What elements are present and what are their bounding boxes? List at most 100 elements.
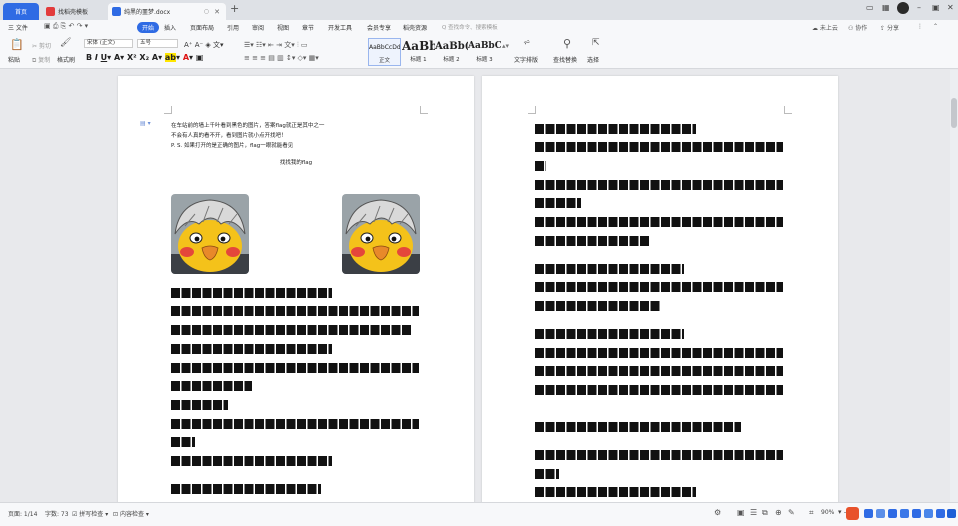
font-name-select[interactable]: 宋体 (正文) (84, 39, 133, 48)
page-view-icon[interactable]: ▣ (737, 508, 745, 517)
censored-text-line (171, 484, 321, 494)
tray-grid-icon[interactable] (936, 509, 945, 518)
tab-bar: 首页 找稻壳模板 纯黑的噩梦.docx ○ ✕ + ▭ ▦ – ▣ ✕ (0, 0, 958, 20)
pen-icon[interactable]: ✎ (788, 508, 795, 517)
close-tab-icon[interactable]: ✕ (214, 8, 220, 16)
command-search[interactable]: Q 查找命令、搜索模板 (442, 23, 498, 31)
text-layout-button[interactable]: 文字排版 (514, 55, 538, 64)
ribbon-start: 📋 粘贴 ✂ 剪切 ⧉ 复制 🖌 格式刷 宋体 (正文) 五号 A⁺ A⁻ ◈ … (0, 36, 958, 69)
margin-corner-tl (528, 106, 536, 114)
zoom-level[interactable]: 90% (821, 509, 834, 516)
tray-icon-chinese[interactable] (864, 509, 873, 518)
pin-icon[interactable]: ○ (204, 8, 209, 15)
close-window-icon[interactable]: ✕ (947, 3, 954, 12)
censored-text-line (535, 366, 783, 376)
menu-developer[interactable]: 开发工具 (328, 23, 352, 32)
find-replace-button[interactable]: 查找替换 (553, 55, 577, 64)
menu-references[interactable]: 引用 (227, 23, 239, 32)
document-page-2[interactable] (482, 76, 838, 502)
menu-file[interactable]: 三 文件 (8, 23, 28, 32)
quick-toolbar-icons[interactable]: ▣ ⎙ ⎘ ↶ ↷ ▾ (44, 22, 88, 31)
menu-page-layout[interactable]: 页面布局 (190, 23, 214, 32)
toolbox-icon[interactable] (924, 509, 933, 518)
tray-more-icon[interactable] (947, 509, 956, 518)
more-options-icon[interactable]: ⋮ (917, 23, 923, 30)
word-doc-icon (112, 7, 121, 16)
censored-text-line (171, 325, 412, 335)
fit-page-icon[interactable]: ⌗ (809, 508, 814, 518)
document-workspace[interactable]: ▤ ▾ 在车站前的墙上千叶看到黑色的图片，答案flag就正是其中之一 不会有人真… (0, 70, 958, 502)
layout-icon[interactable]: ▭ (866, 3, 874, 12)
restore-icon[interactable]: ▣ (932, 3, 940, 12)
style-heading-2[interactable]: AaBb( 标题 2 (435, 38, 468, 66)
collaborate-button[interactable]: ⚇ 协作 (848, 23, 867, 32)
menu-member[interactable]: 会员专享 (367, 23, 391, 32)
duck-image-left[interactable] (171, 194, 249, 274)
select-cursor-icon[interactable]: ⇱ (592, 39, 600, 48)
page-indicator[interactable]: 页面: 1/14 (8, 509, 37, 518)
format-painter-button[interactable]: 格式刷 (57, 55, 75, 64)
scrollbar-thumb[interactable] (951, 98, 957, 128)
document-page-1[interactable]: ▤ ▾ 在车站前的墙上千叶看到黑色的图片，答案flag就正是其中之一 不会有人真… (118, 76, 474, 502)
list-indent-icons[interactable]: ☰▾ ☷▾ ⇤ ⇥ 文▾ ⫶ ▭ (244, 40, 308, 50)
web-view-icon[interactable]: ⊕ (775, 508, 782, 517)
censored-text-line (535, 282, 783, 292)
copy-button[interactable]: ⧉ 复制 (32, 55, 50, 65)
format-painter-icon[interactable]: 🖌 (60, 39, 71, 48)
outline-view-icon[interactable]: ☰ (750, 508, 757, 517)
tab-home[interactable]: 首页 (3, 3, 39, 20)
vertical-scrollbar[interactable] (950, 70, 958, 502)
censored-text-line (171, 419, 419, 429)
style-heading-3[interactable]: AaBbC 标题 3 (468, 38, 501, 66)
font-grow-shrink-icons[interactable]: A⁺ A⁻ ◈ 文▾ (184, 40, 224, 50)
skin-icon[interactable] (912, 509, 921, 518)
menu-insert[interactable]: 插入 (164, 23, 176, 32)
font-format-icons[interactable]: B I U▾ A▾ X² X₂ A▾ ab▾ A▾ ▣ (86, 53, 203, 62)
duck-image-right[interactable] (342, 194, 420, 274)
new-tab-icon[interactable]: + (230, 2, 239, 15)
share-button[interactable]: ⇪ 分享 (880, 23, 899, 32)
find-replace-icon[interactable]: ⚲ (563, 38, 571, 49)
alignment-icons[interactable]: ≡ ≡ ≡ ▤ ▥ ↕▾ ◇▾ ▦▾ (244, 54, 319, 62)
spell-check-toggle[interactable]: ☑ 拼写检查 ▾ (72, 509, 108, 518)
paste-button[interactable]: 粘贴 (8, 55, 20, 64)
content-check-button[interactable]: ⊡ 内容检查 ▾ (113, 509, 149, 518)
menu-view[interactable]: 视图 (277, 23, 289, 32)
cloud-status[interactable]: ☁ 未上云 (812, 23, 838, 32)
microphone-icon[interactable] (888, 509, 897, 518)
paragraph-marker-icon[interactable]: ▤ ▾ (140, 120, 151, 127)
tray-icon-punctuation[interactable] (876, 509, 885, 518)
menu-bar: 三 文件 ▣ ⎙ ⎘ ↶ ↷ ▾ 开始 插入 页面布局 引用 审阅 视图 章节 … (0, 20, 958, 36)
sogou-input-icon[interactable] (846, 507, 859, 520)
settings-gear-icon[interactable]: ⚙ (714, 508, 721, 517)
minimize-icon[interactable]: – (917, 3, 921, 12)
spell-check-label: 拼写检查 (79, 511, 104, 518)
censored-text-line (171, 288, 332, 298)
font-size-select[interactable]: 五号 (137, 39, 178, 48)
collapse-ribbon-icon[interactable]: ⌃ (933, 23, 938, 30)
menu-docer[interactable]: 稻壳资源 (403, 23, 427, 32)
select-button[interactable]: 选择 (587, 55, 599, 64)
keyboard-icon[interactable] (900, 509, 909, 518)
grid-icon[interactable]: ▦ (882, 3, 890, 12)
cut-label: 剪切 (38, 43, 51, 50)
doc-heading: 找找我的flag (279, 160, 313, 166)
tab-document[interactable]: 纯黑的噩梦.docx ○ ✕ (108, 3, 226, 20)
menu-review[interactable]: 审阅 (252, 23, 264, 32)
status-bar: 页面: 1/14 字数: 73 ☑ 拼写检查 ▾ ⊡ 内容检查 ▾ ⚙ ▣ ☰ … (0, 502, 958, 526)
style-normal[interactable]: AaBbCcDd 正文 (368, 38, 401, 66)
read-view-icon[interactable]: ⧉ (762, 508, 768, 518)
styles-expand-icon[interactable]: ▴▾ (502, 42, 509, 50)
censored-text-line (535, 469, 559, 479)
menu-start[interactable]: 开始 (137, 22, 160, 33)
word-count[interactable]: 字数: 73 (45, 509, 69, 518)
tab-template[interactable]: 找稻壳模板 (42, 3, 104, 20)
avatar[interactable] (897, 2, 909, 14)
paste-icon[interactable]: 📋 (10, 39, 24, 50)
text-layout-icon[interactable]: ⩫ (523, 39, 531, 48)
style-heading-1[interactable]: AaBb 标题 1 (402, 38, 435, 66)
censored-text-line (535, 236, 650, 246)
menu-section[interactable]: 章节 (302, 23, 314, 32)
cut-button[interactable]: ✂ 剪切 (32, 41, 51, 50)
censored-text-line (535, 217, 783, 227)
